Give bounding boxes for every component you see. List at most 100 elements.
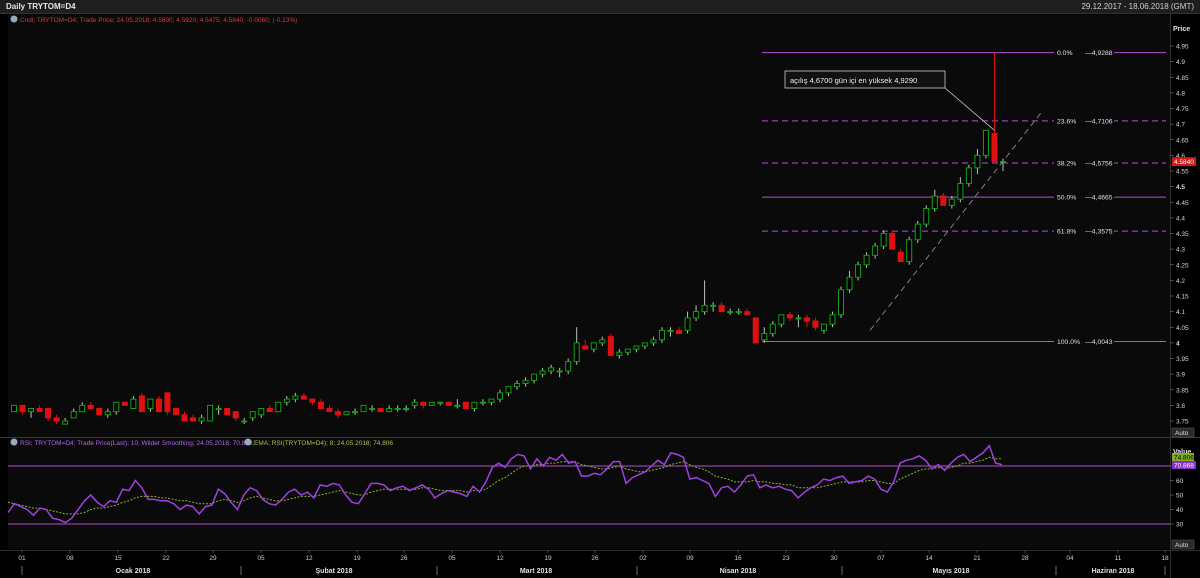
candle-up	[454, 404, 461, 407]
candle-up	[11, 404, 17, 413]
candle-up	[838, 289, 845, 316]
candle-down	[676, 329, 683, 334]
candle-up	[693, 311, 700, 319]
x-day-label: 05	[448, 555, 456, 562]
rsi-legend[interactable]: RSI; TRYTOM=D4; Trade Price(Last); 10; W…	[10, 438, 394, 448]
rsi-legend-toggle-icon[interactable]	[10, 438, 18, 446]
fib-level-value: —4,7106	[1085, 118, 1113, 125]
x-day-label: 11	[1115, 555, 1122, 562]
candle-up	[147, 398, 154, 409]
candle-up	[957, 183, 964, 200]
rsi-auto-label: Auto	[1175, 542, 1189, 549]
x-month-label: Şubat 2018	[316, 568, 353, 575]
fib-level-value: —4,4665	[1085, 195, 1113, 202]
candle-up	[531, 373, 538, 381]
legend-toggle-icon[interactable]	[10, 15, 18, 23]
candle-down	[445, 401, 452, 406]
x-day-label: 29	[209, 555, 217, 562]
window-titlebar: Daily TRYTOM=D4 29.12.2017 - 18.06.2018 …	[0, 0, 1200, 14]
candle-down	[232, 411, 239, 419]
candle-up	[514, 383, 521, 388]
x-month-label: Mayıs 2018	[933, 568, 970, 575]
candle-up	[735, 311, 742, 314]
price-tick-label: 4.55	[1176, 169, 1189, 176]
fib-level-value: —4,5756	[1085, 161, 1113, 168]
candle-up	[28, 408, 35, 413]
chart-canvas: 4.954.94.854.84.754.74.654.64.554.54.454…	[0, 13, 1200, 578]
candle-up	[241, 420, 248, 423]
candle-down	[462, 401, 469, 409]
candle-up	[369, 408, 376, 410]
x-day-label: 19	[544, 555, 552, 562]
candle-up	[684, 317, 691, 331]
x-day-label: 05	[257, 555, 265, 562]
candle-up	[710, 304, 717, 307]
price-tick-label: 3.9	[1176, 372, 1185, 379]
rsi-auto-button[interactable]: Auto	[1171, 539, 1195, 550]
candle-down	[991, 133, 998, 163]
candle-up	[880, 233, 887, 247]
price-tick-label: 4.75	[1176, 106, 1189, 113]
candle-down	[181, 414, 188, 422]
price-legend[interactable]: Cndl; TRYTOM=D4; Trade Price; 24.05.2018…	[10, 15, 298, 25]
candle-up	[79, 404, 86, 413]
candle-down	[752, 317, 759, 344]
candle-up	[360, 404, 367, 413]
x-day-label: 02	[639, 555, 647, 562]
window-title: Daily TRYTOM=D4	[6, 2, 76, 11]
rsi-tick-label: 50	[1176, 493, 1184, 500]
candle-down	[164, 392, 171, 413]
candle-up	[130, 398, 137, 409]
candle-up	[258, 408, 265, 416]
candle-down	[121, 401, 128, 406]
fib-level-value: —4,0043	[1085, 339, 1113, 346]
fib-level-label: 61.8%	[1057, 229, 1076, 236]
candle-down	[607, 336, 614, 356]
ema-tag-text: 74.806	[1174, 455, 1194, 462]
price-axis-ticks: 4.954.94.854.84.754.74.654.64.554.54.454…	[1170, 44, 1189, 426]
candle-up	[573, 342, 580, 363]
candle-down	[53, 417, 60, 422]
candle-up	[428, 401, 435, 406]
x-day-label: 22	[162, 555, 170, 562]
candle-down	[803, 317, 810, 322]
candle-up	[215, 408, 222, 410]
candle-up	[795, 317, 802, 320]
candle-up	[872, 245, 879, 256]
x-day-label: 26	[591, 555, 599, 562]
ema-legend-toggle-icon[interactable]	[244, 438, 252, 446]
candle-up	[505, 386, 512, 394]
candle-up	[590, 342, 597, 350]
ema-value-tag: 74.806	[1172, 453, 1194, 462]
price-auto-button[interactable]: Auto	[1171, 427, 1195, 438]
candle-up	[820, 323, 827, 331]
x-day-label: 12	[305, 555, 313, 562]
candle-up	[283, 398, 290, 403]
candle-down	[300, 395, 307, 400]
candle-down	[266, 408, 273, 413]
candle-down	[889, 233, 896, 250]
price-tick-label: 4.2	[1176, 278, 1185, 285]
candle-up	[386, 408, 393, 413]
price-axis-title: Price	[1173, 26, 1190, 33]
price-tick-label: 3.95	[1176, 356, 1189, 363]
candle-down	[812, 320, 819, 328]
price-tick-label: 4	[1176, 340, 1180, 347]
price-tick-label: 4.95	[1176, 44, 1189, 51]
fib-level-label: 38.2%	[1057, 161, 1076, 168]
candle-up	[599, 339, 606, 344]
x-day-label: 12	[496, 555, 504, 562]
rsi-tag-text: 70.868	[1174, 463, 1194, 470]
candle-up	[471, 401, 478, 409]
candle-up	[923, 208, 930, 225]
candle-down	[45, 408, 52, 419]
candle-up	[624, 348, 631, 353]
candle-up	[769, 323, 776, 334]
price-tick-label: 4.7	[1176, 122, 1185, 129]
candle-up	[948, 198, 955, 206]
candle-up	[616, 351, 623, 356]
x-month-label: Nisan 2018	[720, 568, 757, 575]
x-day-label: 04	[1066, 555, 1074, 562]
x-day-label: 01	[18, 555, 26, 562]
x-month-label: Mart 2018	[520, 568, 552, 575]
